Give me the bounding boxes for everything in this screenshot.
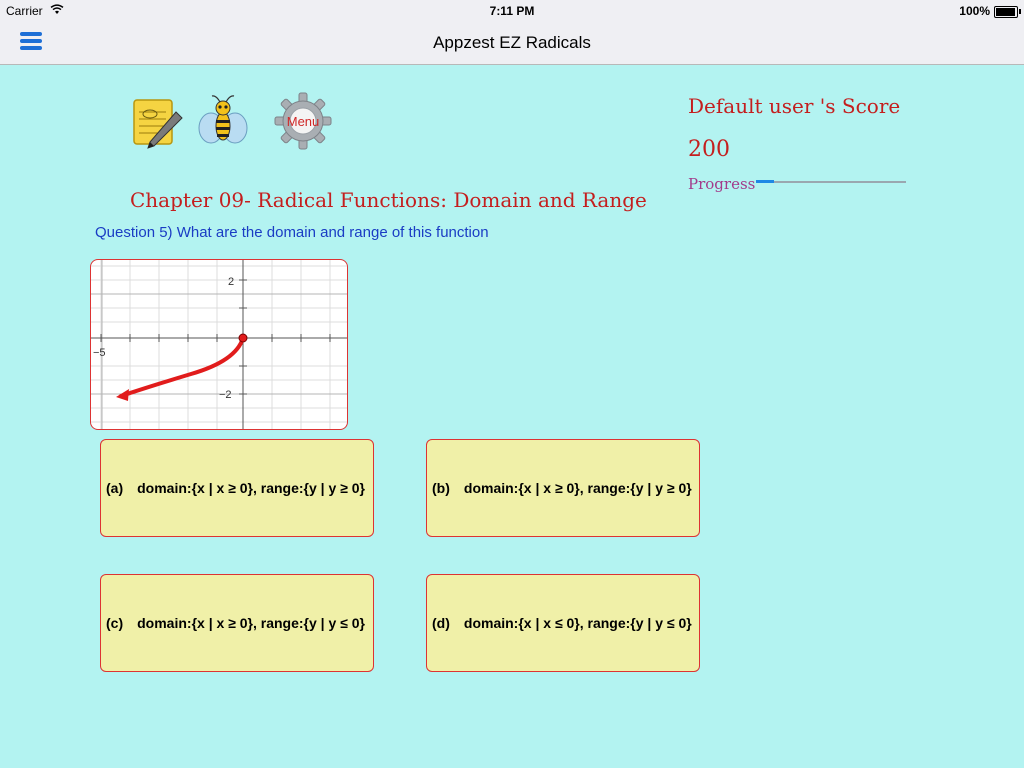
notepad-pencil-icon[interactable] bbox=[128, 94, 186, 152]
function-curve bbox=[119, 336, 245, 398]
battery-percent: 100% bbox=[959, 4, 990, 18]
status-time: 7:11 PM bbox=[489, 4, 535, 18]
progress-fill bbox=[756, 180, 774, 183]
answer-text: domain:{x | x ≥ 0}, range:{y | y ≥ 0} bbox=[463, 480, 692, 496]
answer-letter: (a) bbox=[106, 480, 124, 496]
status-bar: Carrier 7:11 PM 100% bbox=[0, 0, 1024, 22]
answer-text: domain:{x | x ≥ 0}, range:{y | y ≥ 0} bbox=[137, 480, 365, 496]
answer-letter: (d) bbox=[432, 615, 450, 631]
answer-text: domain:{x | x ≤ 0}, range:{y | y ≤ 0} bbox=[463, 615, 692, 631]
answer-option-a[interactable]: (a) domain:{x | x ≥ 0}, range:{y | y ≥ 0… bbox=[100, 439, 374, 537]
curve-endpoint bbox=[238, 333, 248, 343]
tick-label-y-top: 2 bbox=[228, 276, 234, 288]
menu-gear-button[interactable]: Menu bbox=[274, 92, 332, 150]
battery-icon bbox=[994, 6, 1018, 18]
tick-label-y-bottom: −2 bbox=[219, 389, 232, 401]
score-value: 200 bbox=[688, 137, 730, 162]
score-title: Default user 's Score bbox=[688, 94, 901, 118]
tick-label-x-left: −5 bbox=[93, 347, 106, 359]
graph-canvas: 2 −2 −5 bbox=[91, 260, 347, 429]
progress-label: Progress bbox=[688, 175, 756, 193]
answer-option-d[interactable]: (d) domain:{x | x ≤ 0}, range:{y | y ≤ 0… bbox=[426, 574, 700, 672]
answer-letter: (b) bbox=[432, 480, 450, 496]
question-text: Question 5) What are the domain and rang… bbox=[95, 224, 489, 241]
app-title: Appzest EZ Radicals bbox=[433, 33, 591, 52]
progress-bar bbox=[756, 180, 906, 183]
curve-arrowhead bbox=[116, 389, 129, 401]
answer-option-b[interactable]: (b) domain:{x | x ≥ 0}, range:{y | y ≥ 0… bbox=[426, 439, 700, 537]
menu-label: Menu bbox=[286, 114, 320, 129]
navigation-bar: Appzest EZ Radicals bbox=[0, 22, 1024, 65]
answer-letter: (c) bbox=[106, 615, 124, 631]
battery-tip bbox=[1019, 9, 1021, 14]
answer-option-c[interactable]: (c) domain:{x | x ≥ 0}, range:{y | y ≤ 0… bbox=[100, 574, 374, 672]
bee-icon[interactable] bbox=[194, 92, 252, 150]
chapter-title: Chapter 09- Radical Functions: Domain an… bbox=[130, 188, 647, 212]
function-graph: 2 −2 −5 bbox=[90, 259, 348, 430]
answer-text: domain:{x | x ≥ 0}, range:{y | y ≤ 0} bbox=[137, 615, 365, 631]
